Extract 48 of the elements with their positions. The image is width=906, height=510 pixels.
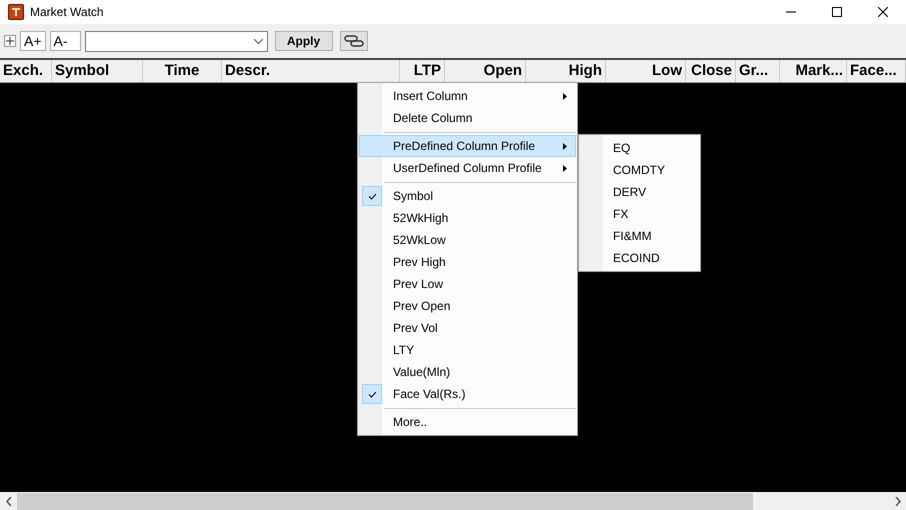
column-header[interactable]: Gr... xyxy=(736,60,780,82)
increase-font-button[interactable]: A+ xyxy=(20,31,46,51)
scrollbar-thumb[interactable] xyxy=(17,492,753,510)
column-header[interactable]: Low xyxy=(606,60,686,82)
menu-item[interactable]: FX xyxy=(579,203,700,225)
apply-button[interactable]: Apply xyxy=(274,31,333,51)
menu-item[interactable]: Prev Vol xyxy=(359,317,576,339)
submenu-arrow-icon xyxy=(563,92,567,100)
window-title: Market Watch xyxy=(30,4,104,21)
link-button[interactable] xyxy=(340,31,368,51)
chevron-down-icon xyxy=(254,38,263,44)
menu-item[interactable]: Prev High xyxy=(359,251,576,273)
add-button[interactable] xyxy=(4,35,16,47)
menu-item[interactable]: 52WkLow xyxy=(359,229,576,251)
chevron-left-icon xyxy=(6,496,12,506)
menu-item[interactable]: Prev Low xyxy=(359,273,576,295)
column-header[interactable]: Exch. xyxy=(0,60,52,82)
column-header[interactable]: Symbol xyxy=(52,60,143,82)
plus-icon xyxy=(6,37,14,45)
menu-item[interactable]: 52WkHigh xyxy=(359,207,576,229)
column-header[interactable]: Close xyxy=(686,60,736,82)
column-header[interactable]: Time xyxy=(143,60,222,82)
menu-item[interactable]: EQ xyxy=(579,137,700,159)
menu-item[interactable]: ECOIND xyxy=(579,247,700,269)
chevron-right-icon xyxy=(894,496,900,506)
menu-item[interactable]: FI&MM xyxy=(579,225,700,247)
menu-item[interactable]: UserDefined Column Profile xyxy=(359,157,576,179)
menu-item[interactable]: LTY xyxy=(359,339,576,361)
menu-item[interactable]: PreDefined Column Profile xyxy=(359,135,576,157)
menu-item[interactable]: Symbol xyxy=(359,185,576,207)
menu-item[interactable]: COMDTY xyxy=(579,159,700,181)
chain-icon xyxy=(344,35,364,47)
app-logo-icon xyxy=(8,4,24,20)
close-icon xyxy=(878,7,888,17)
profile-dropdown[interactable] xyxy=(84,30,268,52)
menu-item[interactable]: Insert Column xyxy=(359,85,576,107)
maximize-icon xyxy=(832,7,842,17)
submenu-arrow-icon xyxy=(563,164,567,172)
menu-item[interactable]: DERV xyxy=(579,181,700,203)
menu-item[interactable]: Prev Open xyxy=(359,295,576,317)
column-header[interactable]: Face... xyxy=(847,60,906,82)
menu-item[interactable]: Value(Mln) xyxy=(359,361,576,383)
column-header[interactable]: Mark... xyxy=(780,60,847,82)
submenu-arrow-icon xyxy=(563,142,567,150)
menu-item[interactable]: Face Val(Rs.) xyxy=(359,383,576,405)
menu-item[interactable]: Delete Column xyxy=(359,107,576,129)
decrease-font-button[interactable]: A- xyxy=(50,31,81,51)
menu-item[interactable]: More.. xyxy=(359,411,576,433)
